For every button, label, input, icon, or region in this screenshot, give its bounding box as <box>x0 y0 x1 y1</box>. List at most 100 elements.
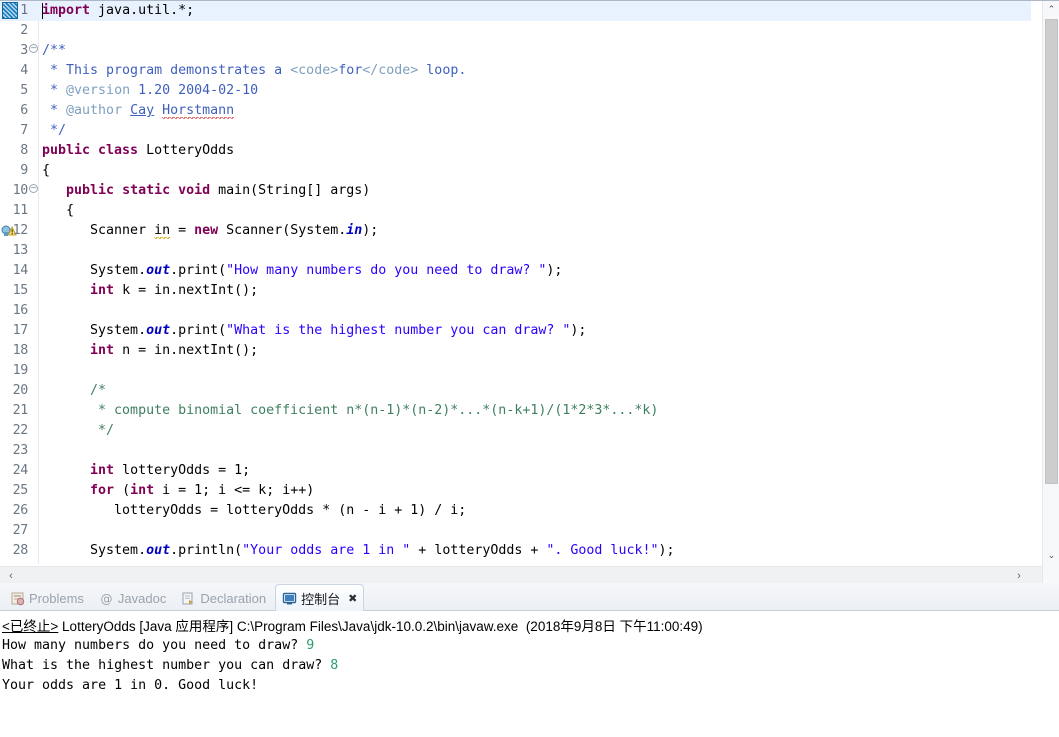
editor-vertical-scrollbar[interactable]: ⌃ ⌄ <box>1042 1 1059 584</box>
code-line[interactable]: 17 System.out.print("What is the highest… <box>0 321 1031 341</box>
code-token: ". Good luck!" <box>546 543 659 558</box>
code-token: int <box>90 283 123 298</box>
code-line[interactable]: 23 <box>0 441 1031 461</box>
code-token: for <box>90 483 123 498</box>
code-token: ( <box>122 483 131 498</box>
code-line[interactable]: 27 <box>0 521 1031 541</box>
fold-collapse-icon[interactable] <box>29 184 38 193</box>
code-line[interactable]: 20 /* <box>0 381 1031 401</box>
code-line[interactable]: 9{ <box>0 161 1031 181</box>
editor-scrollport[interactable]: 1import java.util.*;23/**4 * This progra… <box>0 1 1031 564</box>
code-token: public class <box>42 143 147 158</box>
console-launch-type: [Java 应用程序] <box>139 619 234 634</box>
tab-javadoc[interactable]: @ Javadoc <box>93 586 172 610</box>
svg-text:@: @ <box>100 592 112 606</box>
code-line-text: * This program demonstrates a <code>for<… <box>42 61 466 81</box>
code-token: Scanner <box>42 223 155 238</box>
vertical-scrollbar-thumb[interactable] <box>1045 19 1058 484</box>
code-line[interactable]: 4 * This program demonstrates a <code>fo… <box>0 61 1031 81</box>
code-token: int <box>130 483 163 498</box>
declaration-icon <box>181 591 196 606</box>
code-line[interactable]: 12 Scanner in = new Scanner(System.in); <box>0 221 1031 241</box>
code-token: i = 1; i <= k; i++) <box>162 483 315 498</box>
code-token: Scanner(System. <box>226 223 347 238</box>
code-token: { <box>42 163 51 178</box>
code-token: "Your odds are 1 in " <box>242 543 411 558</box>
close-icon[interactable]: ✖ <box>348 592 357 605</box>
code-line[interactable]: 24 int lotteryOdds = 1; <box>0 461 1031 481</box>
code-token: ); <box>658 543 675 558</box>
code-token: Horstmann <box>162 103 235 119</box>
code-line-text: lotteryOdds = lotteryOdds * (n - i + 1) … <box>42 501 466 521</box>
code-line-text: { <box>42 161 50 181</box>
code-line[interactable]: 22 */ <box>0 421 1031 441</box>
editor-horizontal-scrollbar[interactable]: ‹ › <box>0 566 1042 584</box>
code-token: </code> <box>362 63 419 78</box>
java-editor[interactable]: 1import java.util.*;23/**4 * This progra… <box>0 0 1059 584</box>
code-line[interactable]: 13 <box>0 241 1031 261</box>
line-number: 12 <box>12 223 29 238</box>
code-line[interactable]: 21 * compute binomial coefficient n*(n-1… <box>0 401 1031 421</box>
line-number: 24 <box>12 463 29 478</box>
code-token: System. <box>42 263 147 278</box>
code-line-text: /** <box>42 41 66 61</box>
console-status-label: <已终止> <box>2 619 59 634</box>
text-caret <box>42 3 43 19</box>
code-line[interactable]: 15 int k = in.nextInt(); <box>0 281 1031 301</box>
code-line-text: public static void main(String[] args) <box>42 181 370 201</box>
fold-collapse-icon[interactable] <box>29 44 38 53</box>
code-line[interactable]: 7 */ <box>0 121 1031 141</box>
console-jvm-path: C:\Program Files\Java\jdk-10.0.2\bin\jav… <box>236 619 519 634</box>
code-line[interactable]: 16 <box>0 301 1031 321</box>
editor-code-area[interactable]: 1import java.util.*;23/**4 * This progra… <box>0 1 1031 564</box>
code-line[interactable]: 1 import java.util.*; <box>0 1 1031 21</box>
tab-declaration[interactable]: Declaration <box>175 586 272 610</box>
console-output[interactable]: How many numbers do you need to draw? 9W… <box>2 636 338 696</box>
line-number: 4 <box>20 63 28 78</box>
code-line[interactable]: 2 <box>0 21 1031 41</box>
code-line[interactable]: 11 { <box>0 201 1031 221</box>
code-token: <code> <box>290 63 339 78</box>
code-token: n = in.nextInt(); <box>122 343 259 358</box>
code-line-text: Scanner in = new Scanner(System.in); <box>42 221 378 241</box>
line-number: 16 <box>12 303 29 318</box>
tab-console[interactable]: 控制台 ✖ <box>275 584 365 611</box>
javadoc-icon: @ <box>99 591 114 606</box>
code-line[interactable]: 14 System.out.print("How many numbers do… <box>0 261 1031 281</box>
code-line[interactable]: 26 lotteryOdds = lotteryOdds * (n - i + … <box>0 501 1031 521</box>
code-token: Cay <box>130 103 155 118</box>
console-view[interactable]: <已终止> LotteryOdds [Java 应用程序] C:\Program… <box>0 611 1059 737</box>
code-token: out <box>146 263 171 278</box>
bottom-view-panel: Problems @ Javadoc Declaration 控制台 ✖ <已终止> Lo… <box>0 583 1059 737</box>
code-line[interactable]: 8 public class LotteryOdds <box>0 141 1031 161</box>
view-tab-bar[interactable]: Problems @ Javadoc Declaration 控制台 ✖ <box>0 583 1059 611</box>
console-icon <box>282 591 297 606</box>
line-number: 8 <box>20 143 28 158</box>
line-number: 9 <box>20 163 28 178</box>
code-line[interactable]: 18 int n = in.nextInt(); <box>0 341 1031 361</box>
code-line[interactable]: 6 * @author Cay Horstmann <box>0 101 1031 121</box>
code-line[interactable]: 5 * @version 1.20 2004-02-10 <box>0 81 1031 101</box>
line-number: 3 <box>20 43 28 58</box>
code-token: int <box>90 343 123 358</box>
line-number: 17 <box>12 323 29 338</box>
code-line[interactable]: 19 <box>0 361 1031 381</box>
code-line-text: System.out.print("How many numbers do yo… <box>42 261 562 281</box>
code-token: ); <box>362 223 379 238</box>
code-line-text: System.out.println("Your odds are 1 in "… <box>42 541 674 561</box>
code-token: */ <box>42 123 67 138</box>
code-line[interactable]: 28 System.out.println("Your odds are 1 i… <box>0 541 1031 561</box>
tab-label: Javadoc <box>117 590 167 606</box>
code-token: .print( <box>170 263 227 278</box>
tab-label: Declaration <box>200 590 267 606</box>
code-line[interactable]: 25 for (int i = 1; i <= k; i++) <box>0 481 1031 501</box>
tab-problems[interactable]: Problems <box>4 586 90 610</box>
scroll-down-icon[interactable]: ⌄ <box>1043 547 1059 564</box>
code-line[interactable]: 10 public static void main(String[] args… <box>0 181 1031 201</box>
console-output-line: How many numbers do you need to draw? 9 <box>2 636 338 656</box>
code-line[interactable]: 3 /** <box>0 41 1031 61</box>
scroll-up-icon[interactable]: ⌃ <box>1043 1 1059 18</box>
